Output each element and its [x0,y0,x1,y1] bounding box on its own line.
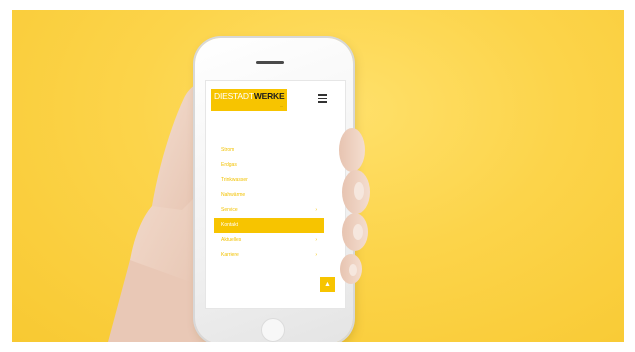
nav-item-label: Trinkwasser [221,177,248,183]
nav-item-label: Kontakt [221,222,238,228]
nav-item-nahwaerme[interactable]: Nahwärme [214,188,324,203]
app-header: DIESTADTWERKE ... [206,81,345,117]
nav-item-karriere[interactable]: Karriere › [214,248,324,263]
stadtwerke-logo[interactable]: DIESTADTWERKE ... [211,89,287,111]
nav-item-service[interactable]: Service › [214,203,324,218]
logo-prefix: DIE [214,91,228,101]
chevron-right-icon: › [315,252,317,258]
photo-scene: DIESTADTWERKE ... Strom Erdgas Trinkwass… [12,10,624,342]
chevron-right-icon: › [315,207,317,213]
nav-item-kontakt[interactable]: Kontakt [214,218,324,233]
arrow-up-icon: ▲ [324,281,331,288]
nav-item-erdgas[interactable]: Erdgas [214,158,324,173]
phone-screen: DIESTADTWERKE ... Strom Erdgas Trinkwass… [205,80,346,309]
nav-item-label: Nahwärme [221,192,246,198]
nav-item-label: Erdgas [221,162,237,168]
logo-subline: ... [280,104,283,108]
nav-item-label: Karriere [221,252,239,258]
nav-item-trinkwasser[interactable]: Trinkwasser [214,173,324,188]
nav-item-aktuelles[interactable]: Aktuelles › [214,233,324,248]
nav-item-label: Aktuelles [221,237,242,243]
phone-home-button [261,318,285,342]
phone-speaker [256,61,284,64]
hamburger-icon[interactable] [318,94,328,103]
logo-name-light: STADT [227,91,254,101]
nav-item-strom[interactable]: Strom [214,143,324,158]
smartphone: DIESTADTWERKE ... Strom Erdgas Trinkwass… [195,38,353,342]
logo-name-bold: WERKE [253,91,285,101]
nav-item-label: Service [221,207,238,213]
mobile-nav-menu: Strom Erdgas Trinkwasser Nahwärme Servic… [214,143,324,263]
logo-wordmark: DIESTADTWERKE [214,91,285,101]
nav-item-label: Strom [221,147,235,153]
chevron-right-icon: › [315,237,317,243]
scroll-to-top-button[interactable]: ▲ [320,277,335,292]
